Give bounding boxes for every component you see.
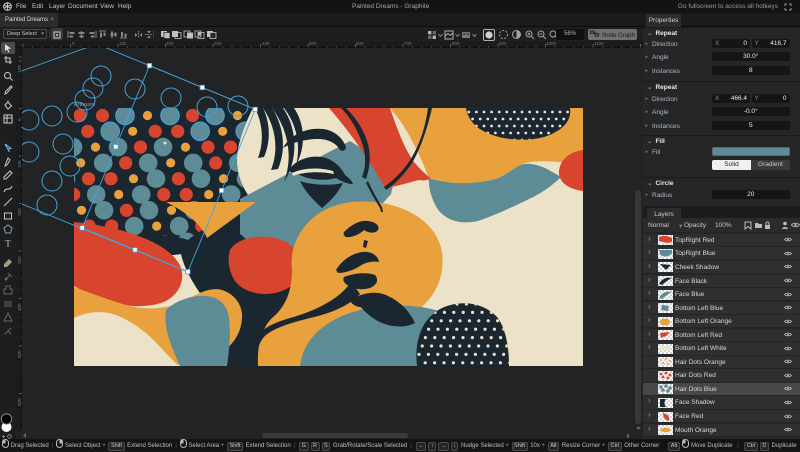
svg-text:T: T xyxy=(5,238,11,248)
